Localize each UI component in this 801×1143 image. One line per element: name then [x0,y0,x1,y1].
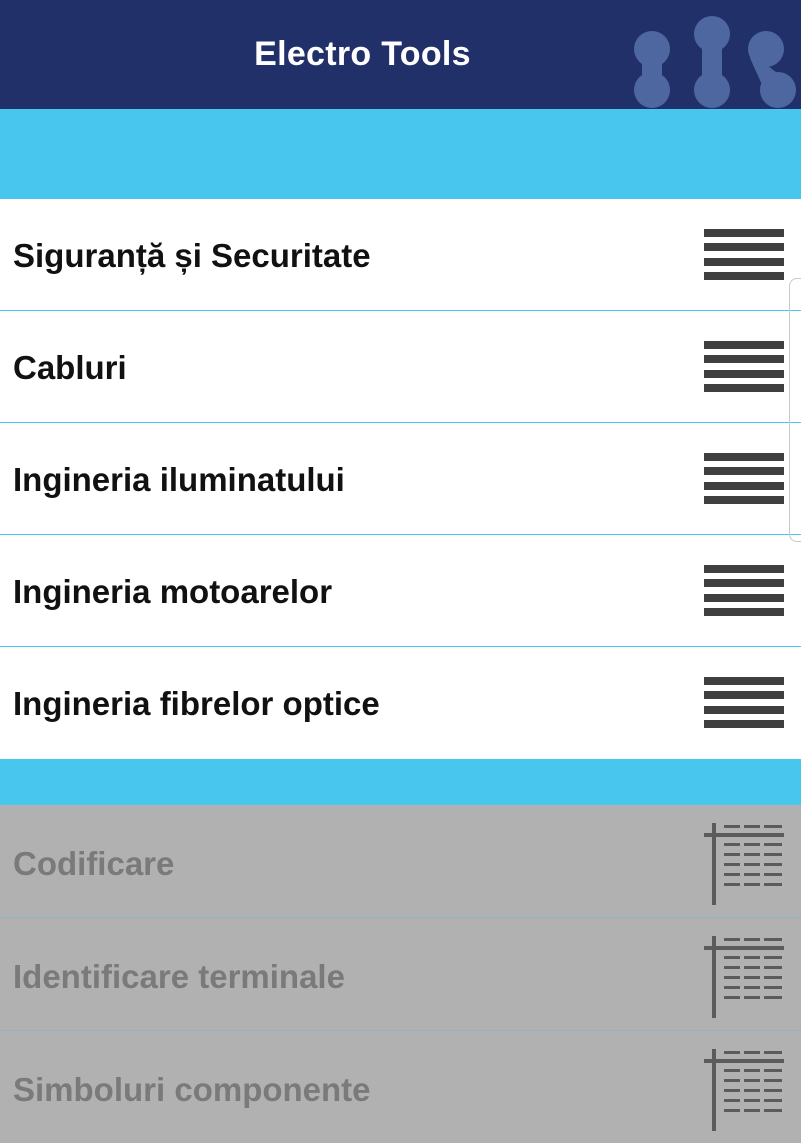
category-label: Cabluri [13,349,127,386]
hamburger-menu-icon [704,565,784,616]
hamburger-menu-icon [704,229,784,280]
edge-panel-handle[interactable] [789,278,801,542]
category-item-siguranta[interactable]: Siguranță și Securitate [0,199,801,311]
table-item-codificare[interactable]: Codificare [0,805,801,918]
hamburger-menu-icon [704,341,784,392]
app-bar: Electro Tools [0,0,801,109]
table-label: Identificare terminale [13,958,345,995]
category-item-motoare[interactable]: Ingineria motoarelor [0,535,801,647]
table-label: Simboluri componente [13,1071,371,1108]
category-item-fibre-optice[interactable]: Ingineria fibrelor optice [0,647,801,760]
category-label: Ingineria motoarelor [13,573,333,610]
tables-list: Codificare Identificare terminale Simbol… [0,805,801,1143]
section-divider-band [0,759,801,805]
top-accent-band [0,109,801,199]
table-item-simboluri-componente[interactable]: Simboluri componente [0,1031,801,1143]
category-list: Siguranță și Securitate Cabluri Ingineri… [0,199,801,760]
app-title: Electro Tools [254,35,471,73]
hamburger-menu-icon [704,677,784,728]
hamburger-menu-icon [704,453,784,504]
table-icon [704,1049,784,1131]
category-item-iluminat[interactable]: Ingineria iluminatului [0,423,801,535]
table-label: Codificare [13,845,175,882]
category-label: Ingineria fibrelor optice [13,685,380,722]
table-icon [704,936,784,1018]
table-icon [704,823,784,905]
app-screen: Electro Tools Siguranță și Securitate Ca… [0,0,801,1143]
molecule-logo-icon [634,16,796,108]
category-item-cabluri[interactable]: Cabluri [0,311,801,423]
table-item-identificare-terminale[interactable]: Identificare terminale [0,918,801,1031]
category-label: Ingineria iluminatului [13,461,345,498]
category-label: Siguranță și Securitate [13,237,371,274]
